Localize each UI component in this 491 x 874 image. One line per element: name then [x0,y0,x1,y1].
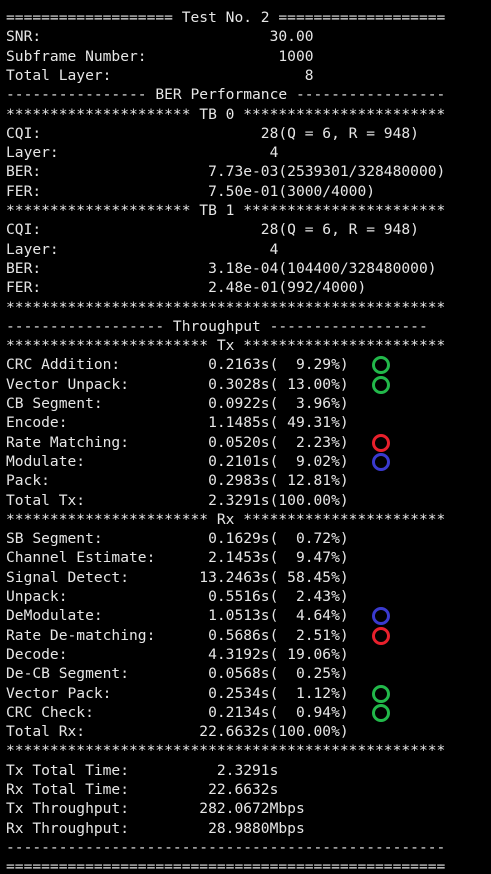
terminal-line: Pack: 0.2983s( 12.81%) [6,472,349,490]
terminal-line: Vector Unpack: 0.3028s( 13.00%) [6,375,349,393]
terminal-line: Channel Estimate: 2.1453s( 9.47%) [6,549,349,567]
terminal-line: ----------------------------------------… [6,838,446,856]
terminal-line: Decode: 4.3192s( 19.06%) [6,645,349,663]
terminal-line: CRC Addition: 0.2163s( 9.29%) [6,356,349,374]
terminal-line: ------------------ Throughput ----------… [6,317,428,335]
terminal-line: SB Segment: 0.1629s( 0.72%) [6,530,349,548]
terminal-line: *********************** Tx *************… [6,337,446,355]
terminal-line: Modulate: 0.2101s( 9.02%) [6,452,349,470]
terminal-line: SNR: 30.00 [6,28,314,46]
terminal-line: Signal Detect: 13.2463s( 58.45%) [6,568,349,586]
terminal-line: ****************************************… [6,298,446,316]
terminal-line: Rx Total Time: 22.6632s [6,781,279,798]
terminal-line: Total Tx: 2.3291s(100.00%) [6,491,349,509]
circle-marker-icon [372,375,390,394]
terminal-line: CRC Check: 0.2134s( 0.94%) [6,703,349,721]
terminal-line: De-CB Segment: 0.0568s( 0.25%) [6,665,349,683]
circle-marker-icon [372,626,390,645]
terminal-line: Rate Matching: 0.0520s( 2.23%) [6,433,349,451]
terminal-line: Subframe Number: 1000 [6,47,314,65]
terminal-line: Layer: 4 [6,240,279,258]
terminal-line: ========================================… [6,858,446,874]
terminal-line: FER: 2.48e-01(992/4000) [6,279,367,297]
circle-marker-icon [372,607,390,626]
terminal-line: Layer: 4 [6,144,279,162]
terminal-line: Total Layer: 8 [6,66,314,84]
terminal-line: CB Segment: 0.0922s( 3.96%) [6,395,349,412]
terminal-line: ********************* TB 0 *************… [6,105,446,123]
terminal-line: BER: 3.18e-04(104400/328480000) [6,259,437,277]
terminal-line: Vector Pack: 0.2534s( 1.12%) [6,684,349,702]
terminal-line: Rx Throughput: 28.9880Mbps [6,819,305,837]
terminal-line: ********************* TB 1 *************… [6,202,446,219]
terminal-line: BER: 7.73e-03(2539301/328480000) [6,163,446,181]
terminal-line: Rate De-matching: 0.5686s( 2.51%) [6,626,349,644]
terminal-line: ****************************************… [6,742,446,760]
circle-marker-icon [372,452,390,471]
circle-marker-icon [372,684,390,703]
terminal-line: CQI: 28(Q = 6, R = 948) [6,124,419,142]
terminal-line: CQI: 28(Q = 6, R = 948) [6,221,419,239]
terminal-line: ---------------- BER Performance -------… [6,86,446,104]
terminal-line: Unpack: 0.5516s( 2.43%) [6,588,349,605]
terminal-line: FER: 7.50e-01(3000/4000) [6,182,376,200]
terminal-line: Total Rx: 22.6632s(100.00%) [6,723,349,741]
circle-marker-icon [372,433,390,452]
terminal-line: Tx Throughput: 282.0672Mbps [6,800,305,818]
circle-marker-icon [372,356,390,375]
terminal-line: DeModulate: 1.0513s( 4.64%) [6,607,349,625]
circle-marker-icon [372,703,390,722]
terminal-window: =================== Test No. 2 =========… [0,0,491,874]
terminal-line: =================== Test No. 2 =========… [6,9,446,26]
terminal-line: Tx Total Time: 2.3291s [6,761,279,779]
terminal-line: *********************** Rx *************… [6,510,446,528]
terminal-line: Encode: 1.1485s( 49.31%) [6,414,349,432]
